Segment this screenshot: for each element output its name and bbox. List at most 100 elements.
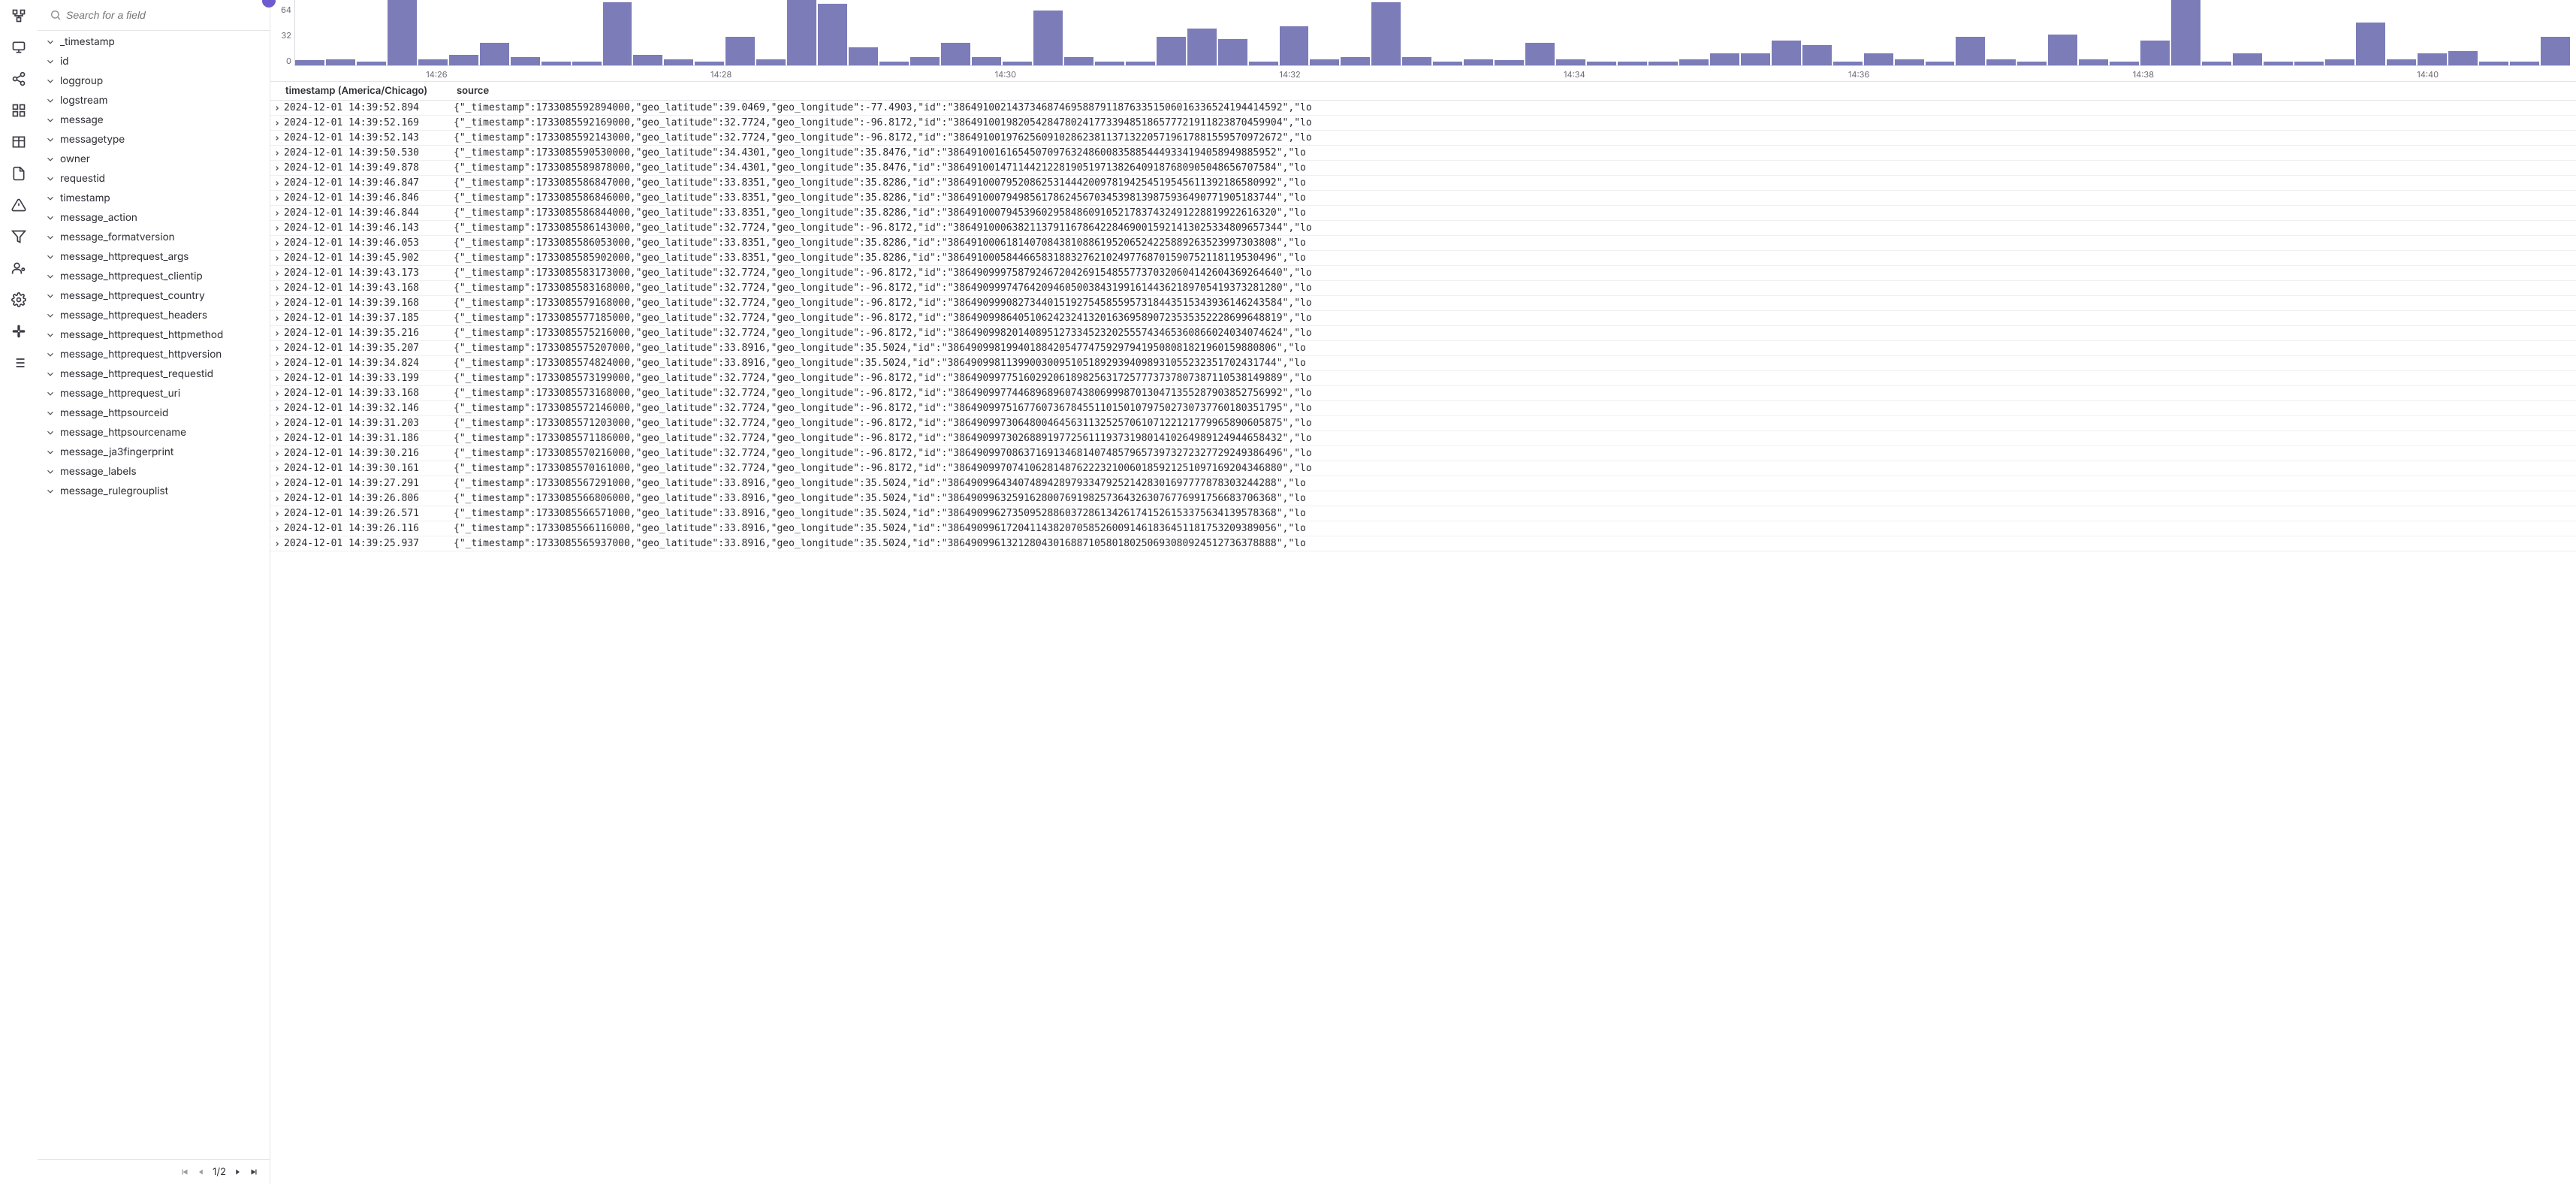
expand-row-icon[interactable]: [270, 195, 284, 202]
field-item[interactable]: loggroup: [39, 71, 268, 91]
field-item[interactable]: message_httprequest_httpmethod: [39, 325, 268, 345]
field-item[interactable]: logstream: [39, 91, 268, 110]
column-source[interactable]: source: [451, 82, 2576, 100]
histogram-bar[interactable]: [2140, 41, 2170, 65]
expand-row-icon[interactable]: [270, 465, 284, 473]
histogram-bar[interactable]: [572, 62, 602, 65]
expand-row-icon[interactable]: [270, 285, 284, 292]
histogram-bar[interactable]: [879, 62, 909, 65]
expand-row-icon[interactable]: [270, 225, 284, 232]
histogram-bar[interactable]: [1280, 26, 1309, 65]
field-item[interactable]: messagetype: [39, 130, 268, 150]
expand-row-icon[interactable]: [270, 210, 284, 217]
field-item[interactable]: message_httprequest_uri: [39, 384, 268, 403]
field-item[interactable]: message_httpsourceid: [39, 403, 268, 423]
slack-icon[interactable]: [6, 319, 32, 344]
expand-row-icon[interactable]: [270, 495, 284, 503]
histogram-bar[interactable]: [2110, 62, 2139, 65]
field-item[interactable]: message_httprequest_headers: [39, 306, 268, 325]
users-icon[interactable]: [6, 255, 32, 281]
field-item[interactable]: id: [39, 52, 268, 71]
histogram-bar[interactable]: [2171, 0, 2200, 65]
histogram-bar[interactable]: [2387, 59, 2416, 65]
histogram-bar[interactable]: [1095, 62, 1124, 65]
pager-prev-icon[interactable]: [196, 1167, 207, 1177]
histogram-bar[interactable]: [2233, 53, 2262, 65]
histogram-bar[interactable]: [2418, 53, 2447, 65]
histogram-bar[interactable]: [1249, 62, 1278, 65]
histogram-bar[interactable]: [849, 47, 878, 65]
histogram-bar[interactable]: [1464, 59, 1493, 65]
field-item[interactable]: message_httpsourcename: [39, 423, 268, 442]
histogram-bar[interactable]: [1033, 11, 1063, 65]
expand-row-icon[interactable]: [270, 240, 284, 247]
field-item[interactable]: message_labels: [39, 462, 268, 482]
histogram-bar[interactable]: [1341, 57, 1370, 65]
expand-row-icon[interactable]: [270, 134, 284, 142]
expand-row-icon[interactable]: [270, 375, 284, 382]
histogram-bar[interactable]: [633, 55, 662, 65]
histogram-bar[interactable]: [295, 60, 324, 65]
histogram-bar[interactable]: [2048, 35, 2077, 65]
histogram-bar[interactable]: [1772, 41, 1801, 65]
histogram-bar[interactable]: [1710, 53, 1739, 65]
histogram-bar[interactable]: [695, 62, 724, 65]
expand-row-icon[interactable]: [270, 510, 284, 518]
field-item[interactable]: requestid: [39, 169, 268, 189]
settings-icon[interactable]: [6, 287, 32, 313]
histogram-bar[interactable]: [1556, 59, 1585, 65]
histogram-bar[interactable]: [2264, 62, 2293, 65]
histogram-bar[interactable]: [2294, 62, 2324, 65]
field-item[interactable]: message_action: [39, 208, 268, 228]
histogram-bar[interactable]: [511, 57, 540, 65]
pager-first-icon[interactable]: [179, 1167, 190, 1177]
monitor-icon[interactable]: [6, 35, 32, 60]
histogram-bar[interactable]: [326, 59, 355, 65]
filter-icon[interactable]: [6, 224, 32, 249]
histogram-bar[interactable]: [1926, 62, 1955, 65]
histogram-bar[interactable]: [2541, 37, 2570, 65]
histogram-bar[interactable]: [664, 59, 693, 65]
expand-row-icon[interactable]: [270, 180, 284, 187]
warning-icon[interactable]: [6, 192, 32, 218]
pager-last-icon[interactable]: [249, 1167, 259, 1177]
expand-row-icon[interactable]: [270, 450, 284, 458]
field-item[interactable]: message_httprequest_country: [39, 286, 268, 306]
expand-row-icon[interactable]: [270, 540, 284, 548]
histogram-bar[interactable]: [1679, 59, 1709, 65]
histogram-bar[interactable]: [2017, 62, 2047, 65]
column-timestamp[interactable]: timestamp (America/Chicago): [270, 82, 451, 100]
expand-row-icon[interactable]: [270, 435, 284, 442]
table-icon[interactable]: [6, 129, 32, 155]
field-item[interactable]: message_httprequest_requestid: [39, 364, 268, 384]
field-item[interactable]: message_httprequest_clientip: [39, 267, 268, 286]
histogram-bar[interactable]: [1064, 57, 1093, 65]
field-item[interactable]: message_httprequest_args: [39, 247, 268, 267]
histogram-bar[interactable]: [2325, 59, 2354, 65]
expand-row-icon[interactable]: [270, 165, 284, 172]
share-icon[interactable]: [6, 66, 32, 92]
pager-next-icon[interactable]: [232, 1167, 243, 1177]
expand-row-icon[interactable]: [270, 480, 284, 488]
histogram-bar[interactable]: [357, 62, 386, 65]
grid-icon[interactable]: [6, 98, 32, 123]
histogram-bar[interactable]: [1433, 62, 1462, 65]
histogram-bar[interactable]: [449, 55, 478, 65]
histogram-bar[interactable]: [1218, 39, 1247, 65]
histogram-bar[interactable]: [1864, 53, 1893, 65]
expand-row-icon[interactable]: [270, 315, 284, 322]
histogram-bar[interactable]: [1956, 37, 1985, 65]
histogram-bar[interactable]: [388, 0, 417, 65]
histogram-bar[interactable]: [1833, 62, 1863, 65]
histogram-bar[interactable]: [1157, 37, 1186, 65]
histogram-bar[interactable]: [1618, 62, 1647, 65]
histogram-bar[interactable]: [1371, 2, 1401, 65]
histogram-bar[interactable]: [1187, 29, 1217, 65]
field-item[interactable]: message_httprequest_httpversion: [39, 345, 268, 364]
field-item[interactable]: message_rulegrouplist: [39, 482, 268, 501]
histogram-bar[interactable]: [910, 57, 940, 65]
fields-search-input[interactable]: [45, 5, 262, 26]
histogram-bar[interactable]: [1310, 59, 1339, 65]
bars[interactable]: [294, 0, 2570, 66]
histogram-bar[interactable]: [2448, 51, 2478, 65]
